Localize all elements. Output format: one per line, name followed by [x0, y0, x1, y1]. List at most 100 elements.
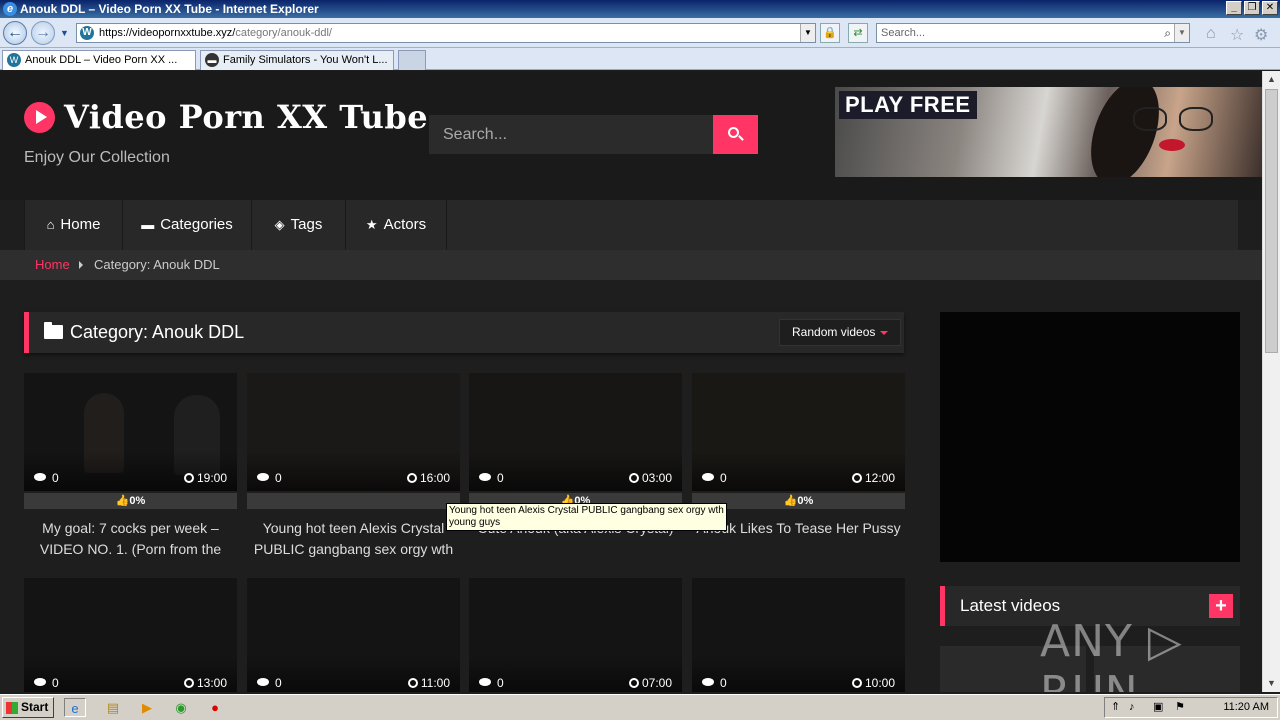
windows-logo-icon [6, 702, 18, 714]
video-duration: 19:00 [183, 471, 227, 485]
clock-icon [851, 473, 862, 483]
scrollbar-thumb[interactable] [1265, 89, 1278, 353]
new-tab-button[interactable] [398, 50, 426, 70]
video-thumbnail[interactable]: 0 13:00 [24, 578, 237, 692]
video-rating-value: 0% [129, 495, 146, 507]
nav-categories[interactable]: ▬ Categories [123, 200, 252, 250]
address-dropdown-icon[interactable]: ▼ [800, 24, 815, 42]
web-page: Video Porn XX Tube Enjoy Our Collection … [0, 71, 1262, 692]
video-duration: 11:00 [407, 676, 450, 690]
video-views: 0 [257, 471, 282, 485]
start-label: Start [21, 700, 49, 714]
refresh-icon[interactable]: ⇄ [848, 23, 868, 43]
scroll-down-icon[interactable]: ▼ [1263, 675, 1280, 692]
site-title[interactable]: Video Porn XX Tube [64, 98, 428, 136]
nav-home[interactable]: ⌂ Home [24, 200, 123, 250]
search-dropdown-icon[interactable]: ▼ [1174, 24, 1189, 42]
video-title[interactable]: My goal: 7 cocks per week – VIDEO NO. 1.… [24, 518, 237, 562]
tooltip: Young hot teen Alexis Crystal PUBLIC gan… [446, 503, 727, 531]
gamepad-favicon-icon: ▬ [205, 53, 219, 67]
clock-icon [183, 678, 194, 688]
favorites-star-icon[interactable]: ☆ [1230, 25, 1244, 45]
browser-navbar: ← → ▼ W https://videopornxxtube.xyz/cate… [0, 18, 1280, 48]
category-header: Category: Anouk DDL Random videos [24, 312, 904, 353]
caret-down-icon [880, 331, 888, 335]
video-rating-value: 0% [797, 495, 814, 507]
breadcrumb-home-link[interactable]: Home [35, 250, 70, 280]
site-search-button[interactable] [713, 115, 758, 154]
tab-label: Anouk DDL – Video Porn XX ... [25, 54, 178, 66]
history-dropdown-icon[interactable]: ▼ [60, 28, 69, 38]
video-views: 0 [257, 676, 282, 690]
video-views: 0 [479, 471, 504, 485]
antivirus-taskbar-icon[interactable]: ● [204, 698, 226, 717]
nav-actors-label: Actors [383, 216, 427, 233]
folder-taskbar-icon[interactable]: ▤ [102, 698, 124, 717]
video-thumbnail[interactable]: 0 12:00 [692, 373, 905, 491]
eye-icon [479, 473, 491, 481]
play-logo-icon[interactable] [24, 102, 55, 133]
home-icon[interactable]: ⌂ [1206, 25, 1216, 43]
tools-gear-icon[interactable]: ⚙ [1254, 25, 1268, 45]
nav-tags[interactable]: ◈ Tags [252, 200, 346, 250]
nav-actors[interactable]: ★ Actors [346, 200, 447, 250]
vertical-scrollbar[interactable]: ▲ ▼ [1262, 71, 1280, 692]
video-thumbnail[interactable]: 0 16:00 [247, 373, 460, 491]
clock-icon [851, 678, 862, 688]
video-duration: 10:00 [851, 676, 895, 690]
browser-search-input[interactable]: Search... ⌕ ▼ [876, 23, 1190, 43]
video-thumbnail[interactable]: 0 19:00 [24, 373, 237, 491]
clock: 11:20 AM [1223, 701, 1269, 713]
network-icon[interactable]: ▣ [1153, 698, 1163, 717]
video-views: 0 [34, 676, 59, 690]
breadcrumb: Home Category: Anouk DDL [0, 250, 1262, 280]
sort-dropdown-label: Random videos [792, 325, 876, 339]
window-title: Anouk DDL – Video Porn XX Tube - Interne… [20, 2, 319, 16]
system-tray: ⇑ ♪ ▣ ⚑ 11:20 AM [1104, 697, 1278, 718]
sort-dropdown[interactable]: Random videos [779, 319, 901, 346]
site-header: Video Porn XX Tube Enjoy Our Collection … [0, 71, 1262, 200]
folder-open-icon [44, 322, 63, 339]
clock-icon [407, 678, 418, 688]
url-host: https://videopornxxtube.xyz/ [99, 27, 236, 39]
close-button[interactable]: ✕ [1262, 1, 1278, 15]
video-thumbnail[interactable]: 0 10:00 [692, 578, 905, 692]
ad-banner[interactable]: PLAY FREE [835, 87, 1262, 177]
restore-button[interactable]: ❐ [1244, 1, 1260, 15]
taskbar: Start e ▤ ▶ ◉ ● ⇑ ♪ ▣ ⚑ 11:20 AM [0, 694, 1280, 720]
video-views-count: 0 [275, 471, 282, 485]
forward-button[interactable]: → [31, 21, 55, 45]
wordpress-favicon-icon: W [7, 53, 21, 67]
volume-icon[interactable]: ♪ [1129, 698, 1135, 717]
search-icon[interactable]: ⌕ [1164, 24, 1171, 42]
video-duration: 12:00 [851, 471, 895, 485]
plus-button[interactable]: + [1209, 594, 1233, 618]
sidebar-ad[interactable] [940, 312, 1240, 562]
tab-anouk-ddl[interactable]: W Anouk DDL – Video Porn XX ... [2, 50, 196, 70]
home-icon: ⌂ [46, 217, 55, 232]
minimize-button[interactable]: _ [1226, 1, 1242, 15]
video-title[interactable]: Young hot teen Alexis Crystal PUBLIC gan… [247, 518, 460, 562]
back-button[interactable]: ← [3, 21, 27, 45]
video-duration: 16:00 [406, 471, 450, 485]
video-views-count: 0 [275, 676, 282, 690]
video-thumbnail[interactable]: 0 07:00 [469, 578, 682, 692]
flag-icon[interactable]: ⚑ [1175, 698, 1185, 717]
eye-icon [34, 473, 46, 481]
site-search-input[interactable]: Search... [429, 115, 713, 154]
tab-family-simulators[interactable]: ▬ Family Simulators - You Won't L... [200, 50, 394, 70]
video-duration-value: 12:00 [864, 471, 895, 485]
lock-icon[interactable]: 🔒 [820, 23, 840, 43]
start-button[interactable]: Start [2, 697, 54, 718]
ie-taskbar-icon[interactable]: e [64, 698, 86, 717]
url-path: category/anouk-ddl/ [235, 27, 332, 39]
address-bar[interactable]: W https://videopornxxtube.xyz/category/a… [76, 23, 816, 43]
video-thumbnail[interactable]: 0 03:00 [469, 373, 682, 491]
tab-label: Family Simulators - You Won't L... [223, 54, 388, 66]
scroll-up-icon[interactable]: ▲ [1263, 71, 1280, 88]
video-thumbnail[interactable]: 0 11:00 [247, 578, 460, 692]
tray-expand-icon[interactable]: ⇑ [1111, 698, 1120, 717]
chrome-taskbar-icon[interactable]: ◉ [170, 698, 192, 717]
media-player-taskbar-icon[interactable]: ▶ [136, 698, 158, 717]
nav-categories-label: Categories [160, 216, 233, 233]
